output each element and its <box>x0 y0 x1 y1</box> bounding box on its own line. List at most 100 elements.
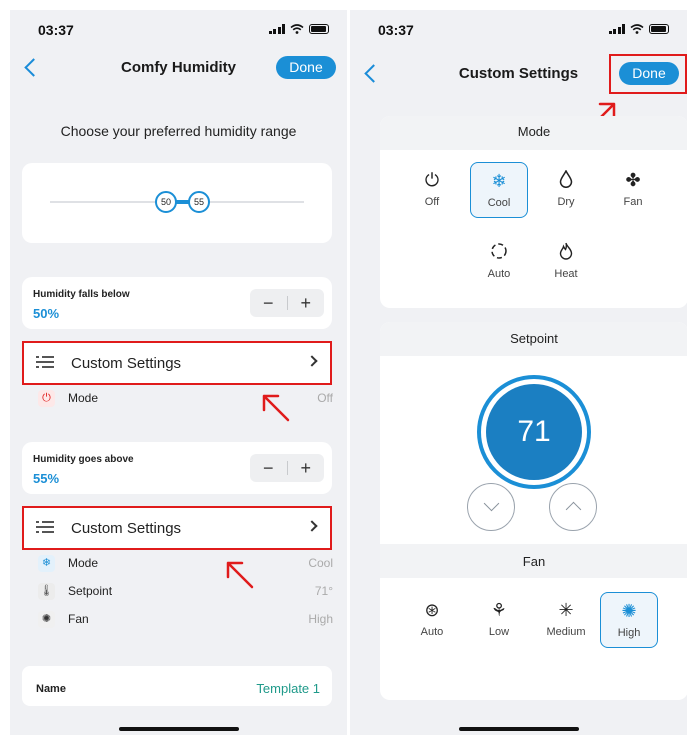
mode-card: Mode ⏻ Off ❄ Cool Dry ✤ Fan Auto Heat <box>380 116 687 308</box>
below-decrement-button[interactable]: − <box>250 293 287 314</box>
range-slider-card: 50 55 <box>22 163 332 243</box>
mode-label: Mode <box>68 556 99 570</box>
right-screen: 03:37 Custom Settings Done Mode ⏻ Off ❄ … <box>350 10 687 735</box>
name-label: Name <box>36 683 66 695</box>
slider-low-thumb[interactable]: 50 <box>155 191 177 213</box>
above-decrement-button[interactable]: − <box>250 458 287 479</box>
signal-icon <box>608 24 625 34</box>
snowflake-icon: ❄ <box>38 555 55 572</box>
fan-low-icon: ⚘ <box>490 600 508 620</box>
fan-label: Fan <box>68 612 89 626</box>
flame-icon <box>537 242 595 262</box>
mode-auto-label: Auto <box>487 268 511 280</box>
mode-value: Cool <box>308 556 333 570</box>
battery-icon <box>649 24 669 34</box>
droplet-icon <box>537 169 595 190</box>
status-bar: 03:37 <box>350 10 687 48</box>
fan-icon: ✺ <box>38 611 55 628</box>
custom-settings-label: Custom Settings <box>71 520 182 537</box>
annotation-arrow <box>262 394 290 422</box>
annotation-arrow <box>226 561 254 589</box>
mode-dry-button[interactable]: Dry <box>537 162 595 218</box>
mode-auto-button[interactable]: Auto <box>470 234 528 290</box>
mode-dry-label: Dry <box>557 196 575 208</box>
power-icon: ⏻ <box>38 390 55 407</box>
custom-settings-label: Custom Settings <box>71 355 182 372</box>
status-icons <box>268 24 329 34</box>
setpoint-label: Setpoint <box>68 584 113 598</box>
mode-heat-button[interactable]: Heat <box>537 234 595 290</box>
status-bar: 03:37 <box>10 10 347 48</box>
above-setpoint-row: 🌡 Setpoint 71° <box>34 581 333 603</box>
mode-cool-label: Cool <box>487 197 511 209</box>
left-screen: 03:37 Comfy Humidity Done Choose your pr… <box>10 10 347 735</box>
above-value: 55% <box>33 471 60 486</box>
above-mode-row: ❄ Mode Cool <box>34 553 333 575</box>
fan-medium-button[interactable]: ✳ Medium <box>537 592 595 648</box>
above-stepper: − + <box>250 454 324 482</box>
name-value: Template 1 <box>256 681 320 696</box>
settings-sliders-icon <box>36 354 54 370</box>
setpoint-up-button[interactable] <box>549 483 597 531</box>
done-button[interactable]: Done <box>276 56 336 79</box>
mode-fan-label: Fan <box>623 196 643 208</box>
below-label: Humidity falls below <box>33 289 130 300</box>
auto-icon <box>470 242 528 262</box>
battery-icon <box>309 24 329 34</box>
status-time: 03:37 <box>38 22 74 38</box>
below-increment-button[interactable]: + <box>288 293 325 314</box>
fan-high-label: High <box>617 627 641 639</box>
mode-fan-button[interactable]: ✤ Fan <box>604 162 662 218</box>
humidity-below-card: Humidity falls below 50% − + <box>22 277 332 329</box>
above-fan-row: ✺ Fan High <box>34 609 333 631</box>
setpoint-value: 71 <box>486 384 582 480</box>
setpoint-card: Setpoint 71 Fan ⊛ Auto ⚘ Low ✳ Medium ✺ … <box>380 322 687 700</box>
wifi-icon <box>630 24 644 34</box>
mode-title: Mode <box>517 124 551 139</box>
signal-icon <box>268 24 285 34</box>
home-indicator <box>458 727 579 731</box>
status-icons <box>608 24 669 34</box>
setpoint-dial: 71 <box>477 375 591 489</box>
fan-high-button[interactable]: ✺ High <box>600 592 658 648</box>
fan-auto-button[interactable]: ⊛ Auto <box>403 592 461 648</box>
chevron-right-icon <box>306 355 318 367</box>
range-heading: Choose your preferred humidity range <box>60 123 297 139</box>
above-custom-settings-row[interactable]: Custom Settings <box>22 506 332 550</box>
below-stepper: − + <box>250 289 324 317</box>
above-increment-button[interactable]: + <box>288 458 325 479</box>
name-row[interactable]: Name Template 1 <box>22 666 332 706</box>
fan-low-label: Low <box>488 626 510 638</box>
mode-value: Off <box>317 391 333 405</box>
power-icon: ⏻ <box>424 170 440 190</box>
wifi-icon <box>290 24 304 34</box>
fan-auto-icon: ⊛ <box>424 600 440 620</box>
setpoint-down-button[interactable] <box>467 483 515 531</box>
fan-high-icon: ✺ <box>621 601 637 621</box>
snowflake-icon: ❄ <box>491 171 507 191</box>
nav-bar: Comfy Humidity Done <box>10 56 347 80</box>
thermometer-icon: 🌡 <box>38 583 55 600</box>
fan-title: Fan <box>522 554 546 569</box>
slider-high-thumb[interactable]: 55 <box>188 191 210 213</box>
above-label: Humidity goes above <box>33 454 134 465</box>
settings-sliders-icon <box>36 519 54 535</box>
below-custom-settings-row[interactable]: Custom Settings <box>22 341 332 385</box>
mode-cool-button[interactable]: ❄ Cool <box>470 162 528 218</box>
setpoint-value: 71° <box>314 584 333 598</box>
mode-heat-label: Heat <box>554 268 578 280</box>
highlight-box <box>609 54 687 94</box>
below-value: 50% <box>33 306 60 321</box>
mode-off-button[interactable]: ⏻ Off <box>403 162 461 218</box>
fan-medium-icon: ✳ <box>558 600 574 620</box>
home-indicator <box>118 727 239 731</box>
humidity-above-card: Humidity goes above 55% − + <box>22 442 332 494</box>
mode-label: Mode <box>68 391 99 405</box>
setpoint-title: Setpoint <box>510 331 558 346</box>
fan-low-button[interactable]: ⚘ Low <box>470 592 528 648</box>
fan-medium-label: Medium <box>546 626 586 638</box>
fan-value: High <box>308 612 333 626</box>
chevron-right-icon <box>306 520 318 532</box>
fan-icon: ✤ <box>625 170 641 190</box>
fan-auto-label: Auto <box>420 626 444 638</box>
